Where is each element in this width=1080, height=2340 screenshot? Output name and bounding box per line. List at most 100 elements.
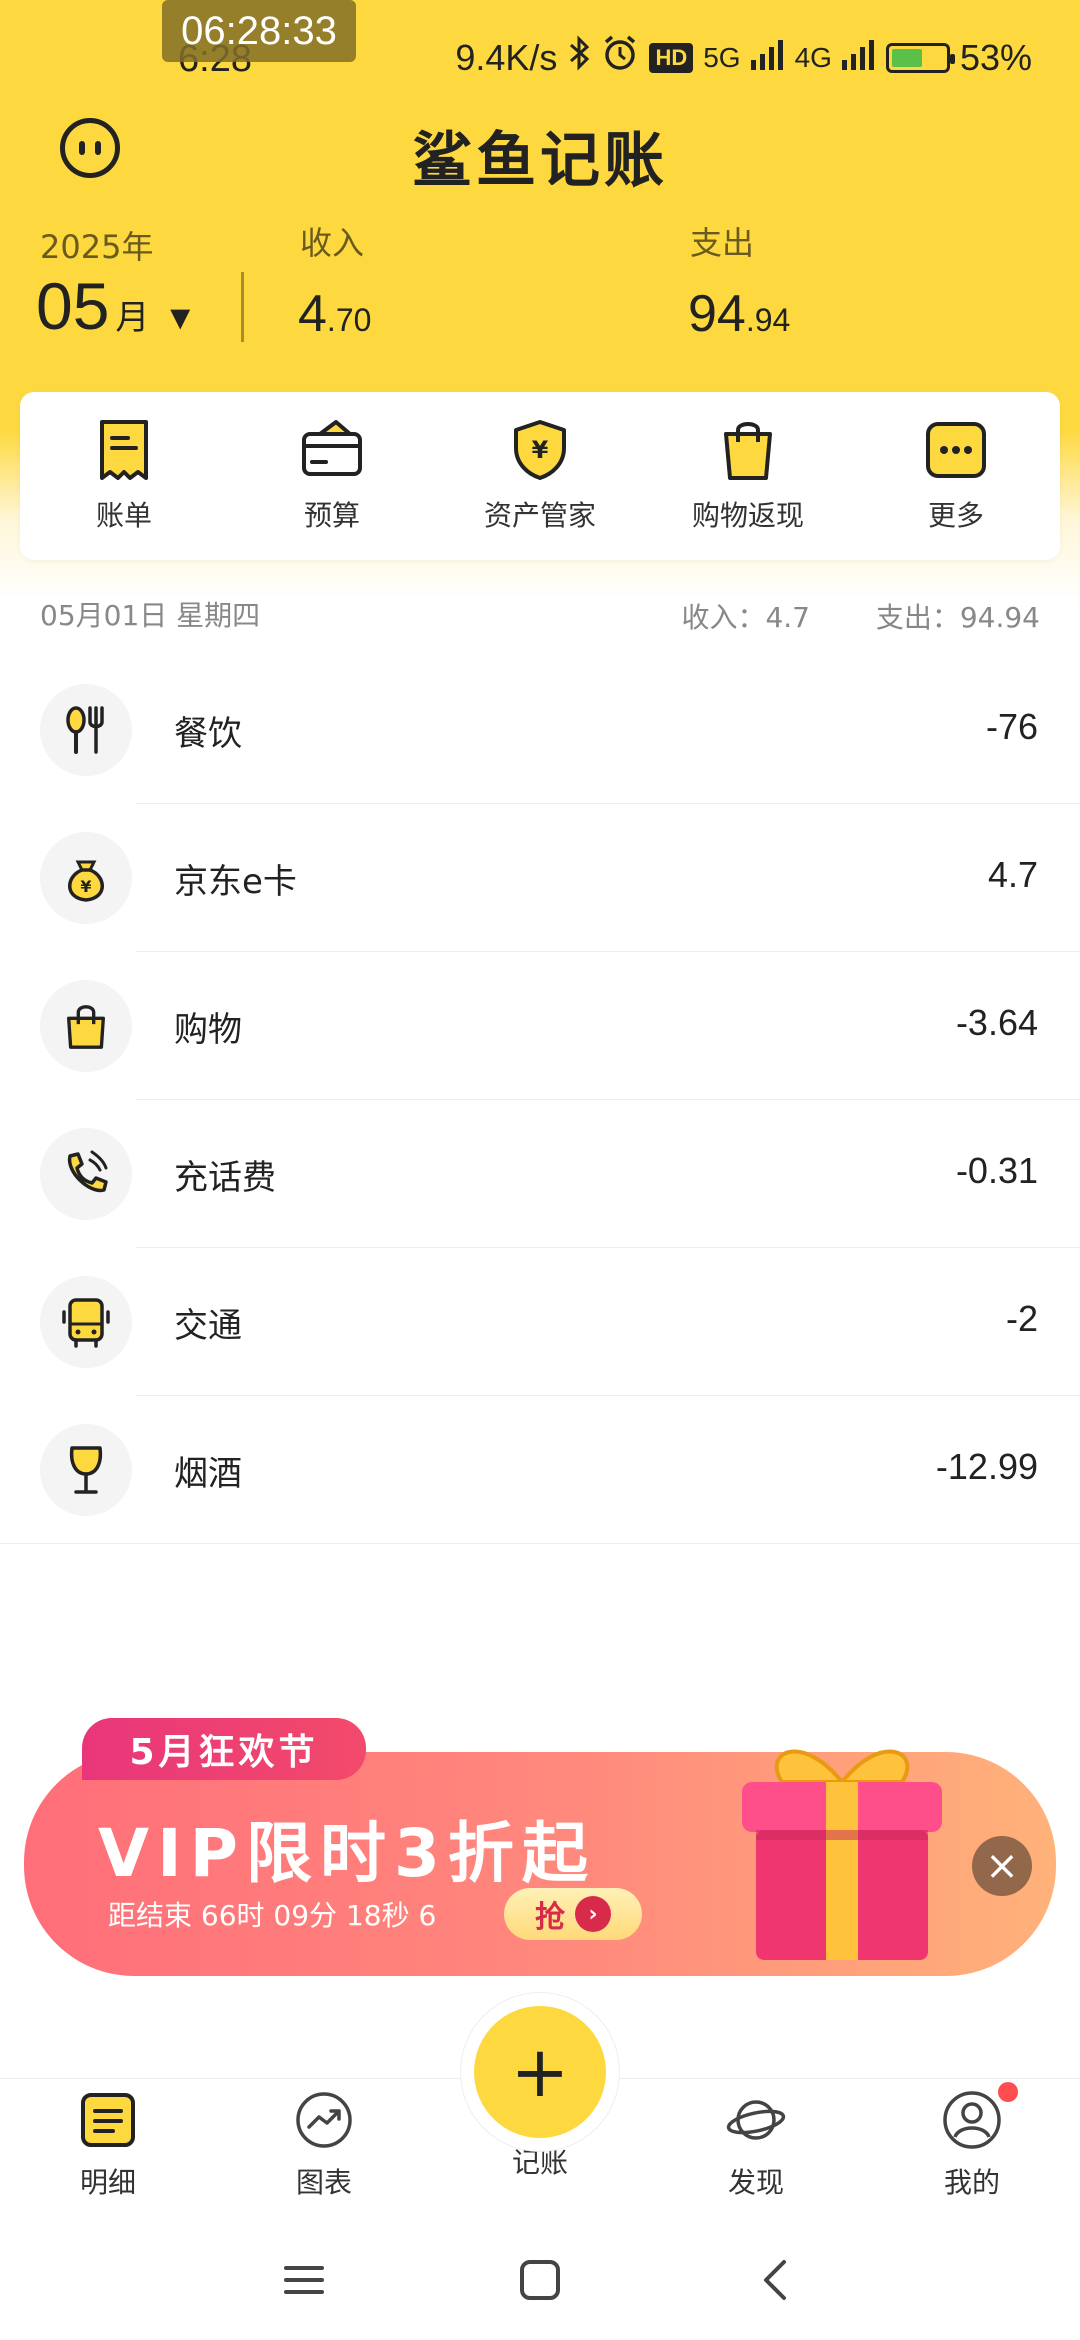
- app-title: 鲨鱼记账: [412, 126, 668, 196]
- transaction-amount: -3.64: [955, 1002, 1038, 1043]
- transaction-amount: -76: [985, 706, 1038, 747]
- signal-4g-label: 4G: [794, 41, 832, 73]
- tab-label: 图表: [295, 2166, 352, 2199]
- add-record-button[interactable]: +: [474, 2006, 606, 2138]
- category-icon-circle: [40, 1424, 132, 1516]
- income-value: 4.70: [298, 284, 371, 344]
- bluetooth-icon: [567, 35, 591, 80]
- quick-action-budget[interactable]: 预算: [232, 418, 432, 534]
- tab-label: 发现: [727, 2166, 784, 2199]
- wine-glass-icon: [69, 1446, 103, 1494]
- promo-countdown: 距结束 66时 09分 18秒 6: [108, 1899, 437, 1932]
- caret-down-icon: ▼: [163, 299, 198, 337]
- transaction-list: 餐饮 -76 ¥ 京东e卡 4.7 购物 -3.64 充话费 -0.31 交通 …: [0, 656, 1080, 1544]
- month-unit: 月: [115, 299, 150, 337]
- chevron-right-icon: ›: [575, 1896, 611, 1932]
- quick-action-label: 预算: [303, 499, 360, 532]
- status-bar: 6:28 06:28:33 9.4K/s HD 5G 4G 53%: [0, 0, 1080, 110]
- category-icon-circle: [40, 980, 132, 1072]
- bill-icon: [100, 420, 148, 480]
- day-income: 收入：4.7: [681, 601, 810, 634]
- transaction-amount: -12.99: [935, 1446, 1038, 1487]
- transaction-row[interactable]: 烟酒 -12.99: [0, 1396, 1080, 1544]
- gift-box-icon: [742, 1749, 942, 1960]
- promo-title: VIP限时3折起: [98, 1815, 596, 1892]
- battery-icon: [885, 42, 955, 73]
- signal-5g-icon: [750, 37, 785, 79]
- tab-label: 明细: [79, 2166, 136, 2199]
- home-icon[interactable]: [510, 2250, 570, 2310]
- asset-shield-icon: ¥: [514, 420, 566, 480]
- transaction-category: 餐饮: [174, 714, 242, 754]
- transaction-category: 京东e卡: [174, 862, 297, 902]
- quick-action-label: 更多: [927, 499, 984, 532]
- promo-festival-tag: 5月狂欢节: [82, 1718, 366, 1780]
- transaction-row[interactable]: ¥ 京东e卡 4.7: [0, 804, 1080, 952]
- user-icon: [943, 2091, 1001, 2149]
- income-dec: .70: [326, 302, 372, 338]
- svg-text:¥: ¥: [80, 877, 91, 896]
- money-bag-icon: ¥: [68, 860, 104, 902]
- more-icon: [926, 422, 986, 478]
- notification-dot: [998, 2082, 1018, 2102]
- quick-action-label: 资产管家: [483, 499, 596, 532]
- category-icon-circle: [40, 1128, 132, 1220]
- transaction-amount: -0.31: [955, 1150, 1038, 1191]
- tab-discover[interactable]: 发现: [686, 2089, 826, 2201]
- quick-action-label: 购物返现: [691, 499, 804, 532]
- quick-action-bill[interactable]: 账单: [24, 418, 224, 534]
- tab-label: 我的: [943, 2166, 1000, 2199]
- transaction-amount: 4.7: [987, 854, 1038, 895]
- quick-action-cashback[interactable]: 购物返现: [648, 418, 848, 534]
- summary-divider: [241, 272, 244, 342]
- year-label: 2025年: [40, 228, 154, 266]
- hd-badge: HD: [649, 42, 694, 73]
- close-icon[interactable]: ×: [972, 1836, 1032, 1896]
- transaction-row[interactable]: 购物 -3.64: [0, 952, 1080, 1100]
- menu-icon[interactable]: [274, 2250, 334, 2310]
- day-expense: 支出：94.94: [875, 601, 1040, 634]
- expense-value: 94.94: [688, 284, 790, 344]
- transaction-row[interactable]: 餐饮 -76: [0, 656, 1080, 804]
- expense-label: 支出: [690, 224, 755, 262]
- shopping-bag-icon: [67, 1005, 105, 1049]
- promo-grab-button[interactable]: 抢 ›: [504, 1888, 642, 1940]
- status-icons: 9.4K/s HD 5G 4G 53%: [455, 34, 1032, 81]
- signal-5g-label: 5G: [703, 41, 741, 73]
- transaction-category: 交通: [174, 1306, 242, 1346]
- bus-icon: [62, 1298, 110, 1348]
- transaction-category: 购物: [174, 1010, 242, 1050]
- transaction-category: 充话费: [174, 1158, 276, 1198]
- transaction-category: 烟酒: [174, 1454, 242, 1494]
- back-icon[interactable]: [746, 2250, 806, 2310]
- month-selector[interactable]: 05 月 ▼: [36, 268, 197, 344]
- month-value: 05: [36, 269, 110, 343]
- expense-dec: .94: [745, 302, 791, 338]
- category-icon-circle: [40, 1276, 132, 1368]
- expense-int: 94: [688, 285, 746, 343]
- category-icon-circle: ¥: [40, 832, 132, 924]
- alarm-icon: [601, 34, 639, 81]
- tab-chart[interactable]: 图表: [254, 2089, 394, 2201]
- row-separator: [0, 1543, 1080, 1544]
- promo-cta-label: 抢: [535, 1900, 565, 1935]
- quick-action-assets[interactable]: ¥ 资产管家: [440, 418, 640, 534]
- signal-4g-icon: [841, 37, 876, 79]
- chart-icon: [296, 2092, 352, 2148]
- system-nav-bar: [0, 2218, 1080, 2340]
- time-overlay: 06:28:33: [162, 0, 356, 62]
- transaction-row[interactable]: 交通 -2: [0, 1248, 1080, 1396]
- svg-text:¥: ¥: [532, 436, 549, 464]
- income-label: 收入: [300, 224, 365, 262]
- tab-detail[interactable]: 明细: [38, 2089, 178, 2201]
- phone-icon: [67, 1150, 108, 1193]
- quick-action-label: 账单: [95, 499, 152, 532]
- tab-mine[interactable]: 我的: [902, 2089, 1042, 2201]
- network-speed: 9.4K/s: [455, 36, 558, 78]
- utensils-icon: [66, 706, 104, 754]
- day-date: 05月01日 星期四: [40, 599, 261, 632]
- transaction-row[interactable]: 充话费 -0.31: [0, 1100, 1080, 1248]
- transaction-amount: -2: [1005, 1298, 1038, 1339]
- quick-actions-card: 账单 预算 ¥ 资产管家 购物返现 更多: [20, 392, 1060, 560]
- quick-action-more[interactable]: 更多: [856, 418, 1056, 534]
